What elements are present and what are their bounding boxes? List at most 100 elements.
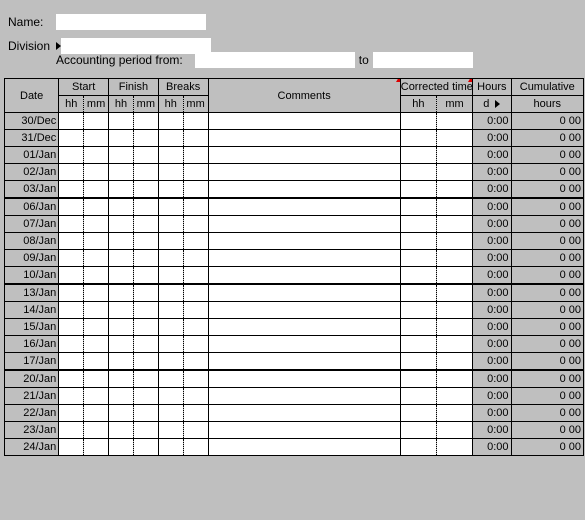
start-hh-cell[interactable]	[59, 233, 84, 250]
ct-hh-cell[interactable]	[400, 422, 436, 439]
start-hh-cell[interactable]	[59, 216, 84, 233]
start-mm-cell[interactable]	[84, 147, 109, 164]
breaks-hh-cell[interactable]	[158, 147, 183, 164]
breaks-mm-cell[interactable]	[183, 284, 208, 302]
start-hh-cell[interactable]	[59, 250, 84, 267]
start-mm-cell[interactable]	[84, 336, 109, 353]
start-mm-cell[interactable]	[84, 130, 109, 147]
ct-hh-cell[interactable]	[400, 113, 436, 130]
start-mm-cell[interactable]	[84, 388, 109, 405]
start-mm-cell[interactable]	[84, 422, 109, 439]
breaks-mm-cell[interactable]	[183, 250, 208, 267]
breaks-hh-cell[interactable]	[158, 113, 183, 130]
breaks-hh-cell[interactable]	[158, 422, 183, 439]
breaks-mm-cell[interactable]	[183, 405, 208, 422]
finish-hh-cell[interactable]	[109, 216, 134, 233]
finish-mm-cell[interactable]	[133, 353, 158, 371]
finish-mm-cell[interactable]	[133, 388, 158, 405]
breaks-mm-cell[interactable]	[183, 439, 208, 456]
comments-cell[interactable]	[208, 233, 400, 250]
comments-cell[interactable]	[208, 422, 400, 439]
start-hh-cell[interactable]	[59, 113, 84, 130]
comments-cell[interactable]	[208, 353, 400, 371]
finish-hh-cell[interactable]	[109, 439, 134, 456]
ct-mm-cell[interactable]	[436, 370, 472, 388]
breaks-hh-cell[interactable]	[158, 319, 183, 336]
start-hh-cell[interactable]	[59, 130, 84, 147]
start-hh-cell[interactable]	[59, 319, 84, 336]
ct-hh-cell[interactable]	[400, 130, 436, 147]
start-mm-cell[interactable]	[84, 181, 109, 199]
finish-hh-cell[interactable]	[109, 405, 134, 422]
ct-mm-cell[interactable]	[436, 164, 472, 181]
start-hh-cell[interactable]	[59, 405, 84, 422]
finish-mm-cell[interactable]	[133, 336, 158, 353]
comments-cell[interactable]	[208, 405, 400, 422]
name-field[interactable]	[56, 14, 206, 30]
breaks-mm-cell[interactable]	[183, 198, 208, 216]
finish-hh-cell[interactable]	[109, 233, 134, 250]
start-mm-cell[interactable]	[84, 267, 109, 285]
finish-mm-cell[interactable]	[133, 250, 158, 267]
finish-hh-cell[interactable]	[109, 353, 134, 371]
finish-hh-cell[interactable]	[109, 113, 134, 130]
comments-cell[interactable]	[208, 164, 400, 181]
ct-mm-cell[interactable]	[436, 302, 472, 319]
ct-hh-cell[interactable]	[400, 267, 436, 285]
ct-hh-cell[interactable]	[400, 405, 436, 422]
finish-hh-cell[interactable]	[109, 319, 134, 336]
finish-hh-cell[interactable]	[109, 147, 134, 164]
finish-hh-cell[interactable]	[109, 181, 134, 199]
breaks-mm-cell[interactable]	[183, 267, 208, 285]
finish-mm-cell[interactable]	[133, 113, 158, 130]
breaks-hh-cell[interactable]	[158, 388, 183, 405]
ct-mm-cell[interactable]	[436, 267, 472, 285]
ct-mm-cell[interactable]	[436, 233, 472, 250]
ct-mm-cell[interactable]	[436, 319, 472, 336]
breaks-hh-cell[interactable]	[158, 250, 183, 267]
comments-cell[interactable]	[208, 302, 400, 319]
finish-hh-cell[interactable]	[109, 130, 134, 147]
breaks-hh-cell[interactable]	[158, 198, 183, 216]
start-mm-cell[interactable]	[84, 302, 109, 319]
finish-mm-cell[interactable]	[133, 422, 158, 439]
start-mm-cell[interactable]	[84, 353, 109, 371]
ct-mm-cell[interactable]	[436, 250, 472, 267]
ct-mm-cell[interactable]	[436, 284, 472, 302]
breaks-hh-cell[interactable]	[158, 181, 183, 199]
start-mm-cell[interactable]	[84, 439, 109, 456]
breaks-hh-cell[interactable]	[158, 267, 183, 285]
start-hh-cell[interactable]	[59, 198, 84, 216]
ct-mm-cell[interactable]	[436, 198, 472, 216]
finish-hh-cell[interactable]	[109, 388, 134, 405]
start-hh-cell[interactable]	[59, 353, 84, 371]
breaks-hh-cell[interactable]	[158, 284, 183, 302]
finish-mm-cell[interactable]	[133, 284, 158, 302]
finish-mm-cell[interactable]	[133, 439, 158, 456]
period-from-field[interactable]	[195, 52, 355, 68]
ct-mm-cell[interactable]	[436, 439, 472, 456]
start-hh-cell[interactable]	[59, 422, 84, 439]
breaks-mm-cell[interactable]	[183, 164, 208, 181]
comments-cell[interactable]	[208, 284, 400, 302]
comments-cell[interactable]	[208, 388, 400, 405]
finish-hh-cell[interactable]	[109, 370, 134, 388]
ct-hh-cell[interactable]	[400, 353, 436, 371]
finish-mm-cell[interactable]	[133, 233, 158, 250]
breaks-hh-cell[interactable]	[158, 405, 183, 422]
finish-mm-cell[interactable]	[133, 405, 158, 422]
start-mm-cell[interactable]	[84, 284, 109, 302]
breaks-mm-cell[interactable]	[183, 147, 208, 164]
ct-hh-cell[interactable]	[400, 388, 436, 405]
comments-cell[interactable]	[208, 439, 400, 456]
finish-mm-cell[interactable]	[133, 130, 158, 147]
breaks-hh-cell[interactable]	[158, 233, 183, 250]
division-field[interactable]	[61, 38, 211, 54]
start-mm-cell[interactable]	[84, 319, 109, 336]
finish-hh-cell[interactable]	[109, 336, 134, 353]
comments-cell[interactable]	[208, 113, 400, 130]
ct-mm-cell[interactable]	[436, 422, 472, 439]
finish-hh-cell[interactable]	[109, 302, 134, 319]
start-hh-cell[interactable]	[59, 336, 84, 353]
breaks-mm-cell[interactable]	[183, 233, 208, 250]
